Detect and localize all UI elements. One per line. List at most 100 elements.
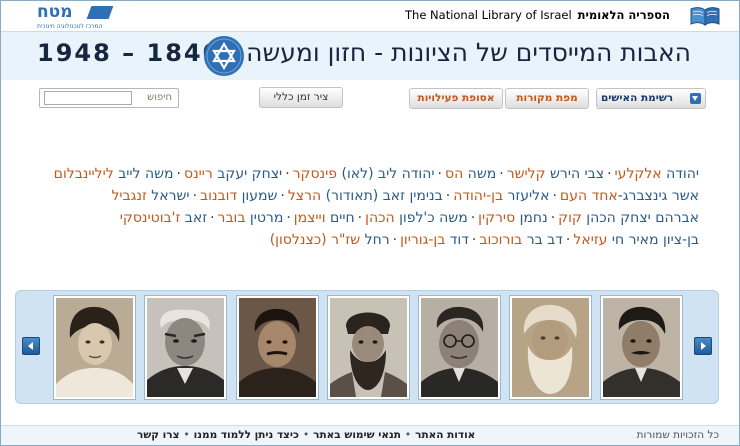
- portrait-bald-man-suit-image: [147, 298, 224, 397]
- person-first-name: שמעון: [241, 188, 278, 204]
- portrait-photo[interactable]: [54, 296, 135, 399]
- person-link[interactable]: משה לייב ליליינבלום: [54, 166, 174, 182]
- person-link[interactable]: אברהם יצחק הכהן קוק: [558, 210, 699, 226]
- carousel-prev-button[interactable]: [22, 337, 40, 355]
- years-range: 1948 – 1840: [37, 39, 222, 67]
- portrait-photo[interactable]: [601, 296, 682, 399]
- persons-list-button[interactable]: רשימת האישים: [596, 88, 706, 109]
- app-frame: מטח המרכז לטכנולוגיה חינוכית The Nationa…: [0, 0, 740, 446]
- name-separator: ·: [210, 210, 215, 226]
- page-title: האבות המייסדים של הציונות - חזון ומעשה: [246, 38, 691, 67]
- person-link[interactable]: יהודה ליב (לאו) פינסקר: [293, 166, 435, 182]
- names-row: יהודה אלקלעי·צבי הירש קלישר·משה הס·יהודה…: [29, 163, 699, 185]
- portrait-photo[interactable]: [510, 296, 591, 399]
- person-link[interactable]: נחמן סירקין: [478, 210, 548, 226]
- arrow-left-icon: [28, 342, 33, 350]
- person-last-name: עזיאל: [573, 232, 608, 248]
- portrait-photo[interactable]: [145, 296, 226, 399]
- person-last-name: הכהן: [365, 210, 395, 226]
- portrait-man-glasses-image: [421, 298, 498, 397]
- person-first-name: צבי הירש: [550, 166, 605, 182]
- person-link[interactable]: זאב ז'בוטינסקי: [120, 210, 207, 226]
- person-last-name: זנגביל: [111, 188, 147, 204]
- person-last-name: קלישר: [506, 166, 546, 182]
- arrow-right-icon: [701, 342, 706, 350]
- portrait-photo[interactable]: [237, 296, 318, 399]
- person-link[interactable]: מרטין בובר: [218, 210, 284, 226]
- names-list: יהודה אלקלעי·צבי הירש קלישר·משה הס·יהודה…: [29, 163, 699, 251]
- person-link[interactable]: צבי הירש קלישר: [507, 166, 604, 182]
- footer-links: אודות האתר•תנאי שימוש באתר•כיצד ניתן ללמ…: [137, 429, 475, 441]
- name-separator: ·: [357, 210, 363, 226]
- search-input[interactable]: [44, 91, 132, 105]
- timeline-button[interactable]: ציר זמן כללי: [259, 87, 343, 108]
- person-last-name: בן-גוריון: [400, 232, 446, 248]
- portrait-photo[interactable]: [419, 296, 500, 399]
- nli-logo-text[interactable]: The National Library of Israel הספריה הלא…: [405, 8, 670, 22]
- activities-collection-button[interactable]: אסופת פעילויות: [409, 88, 503, 109]
- person-link[interactable]: רחל שז"ר (כצנלסון): [270, 232, 390, 248]
- carousel-next-button[interactable]: [694, 337, 712, 355]
- site-header: 1948 – 1840 האבות המייסדים של הציונות - …: [1, 31, 739, 80]
- nli-hebrew-name: הספריה הלאומית: [577, 8, 670, 22]
- names-row: אשר גינצברג-אחד העם·אליעזר בן-יהודה·בנימ…: [29, 185, 699, 207]
- name-separator: ·: [192, 188, 198, 204]
- persons-list-label: רשימת האישים: [601, 92, 674, 104]
- person-link[interactable]: יהודה אלקלעי: [615, 166, 699, 182]
- person-first-name: יהודה ליב (לאו): [341, 166, 435, 182]
- person-first-name: יצחק יעקב: [217, 166, 283, 182]
- footer: כל הזכויות שמורות אודות האתר•תנאי שימוש …: [1, 425, 739, 445]
- names-row: בן-ציון מאיר חי עזיאל·דב בר בורוכוב·דוד …: [29, 229, 699, 251]
- matach-logo[interactable]: מטח המרכז לטכנולוגיה חינוכית: [37, 4, 117, 30]
- portrait-man-mustache-image: [603, 298, 680, 397]
- person-last-name: בן-יהודה: [453, 188, 504, 204]
- name-separator: ·: [176, 166, 181, 182]
- name-separator: ·: [607, 166, 612, 182]
- footer-link-how-to-learn[interactable]: כיצד ניתן ללמוד ממנו: [194, 429, 299, 441]
- person-last-name: הס: [444, 166, 464, 182]
- footer-link-terms[interactable]: תנאי שימוש באתר: [313, 429, 401, 441]
- person-link[interactable]: אשר גינצברג-אחד העם: [560, 188, 699, 204]
- name-separator: ·: [470, 210, 476, 226]
- person-last-name: ליליינבלום: [53, 166, 114, 182]
- portrait-photo[interactable]: [328, 296, 409, 399]
- person-link[interactable]: חיים וייצמן: [294, 210, 355, 226]
- person-link[interactable]: אליעזר בן-יהודה: [453, 188, 549, 204]
- portrait-young-man-image: [239, 298, 316, 397]
- person-first-name: מרטין: [249, 210, 284, 226]
- person-link[interactable]: דב בר בורוכוב: [479, 232, 563, 248]
- footer-separator: •: [183, 429, 190, 441]
- person-link[interactable]: בן-ציון מאיר חי עזיאל: [573, 232, 699, 248]
- person-first-name: יהודה: [666, 166, 699, 182]
- person-link[interactable]: יצחק יעקב ריינס: [184, 166, 282, 182]
- name-separator: ·: [565, 232, 571, 248]
- person-last-name: פינסקר: [292, 166, 338, 182]
- person-last-name: סירקין: [478, 210, 516, 226]
- footer-link-about[interactable]: אודות האתר: [415, 429, 475, 441]
- person-link[interactable]: בנימין זאב (תאודור) הרצל: [288, 188, 443, 204]
- person-link[interactable]: שמעון דובנוב: [200, 188, 277, 204]
- matach-logo-tagline: המרכז לטכנולוגיה חינוכית: [37, 23, 103, 30]
- person-link[interactable]: ישראל זנגביל: [111, 188, 189, 204]
- name-separator: ·: [552, 188, 557, 204]
- footer-link-contact[interactable]: צרו קשר: [137, 429, 179, 441]
- portrait-rabbi-turban-image: [330, 298, 407, 397]
- person-last-name: שז"ר (כצנלסון): [269, 232, 361, 248]
- person-first-name: משה כ'לפון: [399, 210, 468, 226]
- open-book-icon: [690, 7, 720, 26]
- person-first-name: משה לייב: [118, 166, 174, 182]
- person-link[interactable]: משה הס: [445, 166, 496, 182]
- person-first-name: אברהם יצחק הכהן: [586, 210, 699, 226]
- sources-map-button[interactable]: מפת מקורות: [505, 88, 589, 109]
- portrait-carousel: [15, 290, 719, 404]
- person-last-name: בובר: [217, 210, 246, 226]
- person-first-name: ישראל: [151, 188, 190, 204]
- name-separator: ·: [550, 210, 556, 226]
- names-row: אברהם יצחק הכהן קוק·נחמן סירקין·משה כ'לפ…: [29, 207, 699, 229]
- name-separator: ·: [285, 166, 290, 182]
- person-first-name: דוד: [449, 232, 469, 248]
- person-link[interactable]: משה כ'לפון הכהן: [365, 210, 468, 226]
- person-last-name: בורוכוב: [479, 232, 523, 248]
- person-link[interactable]: דוד בן-גוריון: [400, 232, 469, 248]
- name-separator: ·: [280, 188, 285, 204]
